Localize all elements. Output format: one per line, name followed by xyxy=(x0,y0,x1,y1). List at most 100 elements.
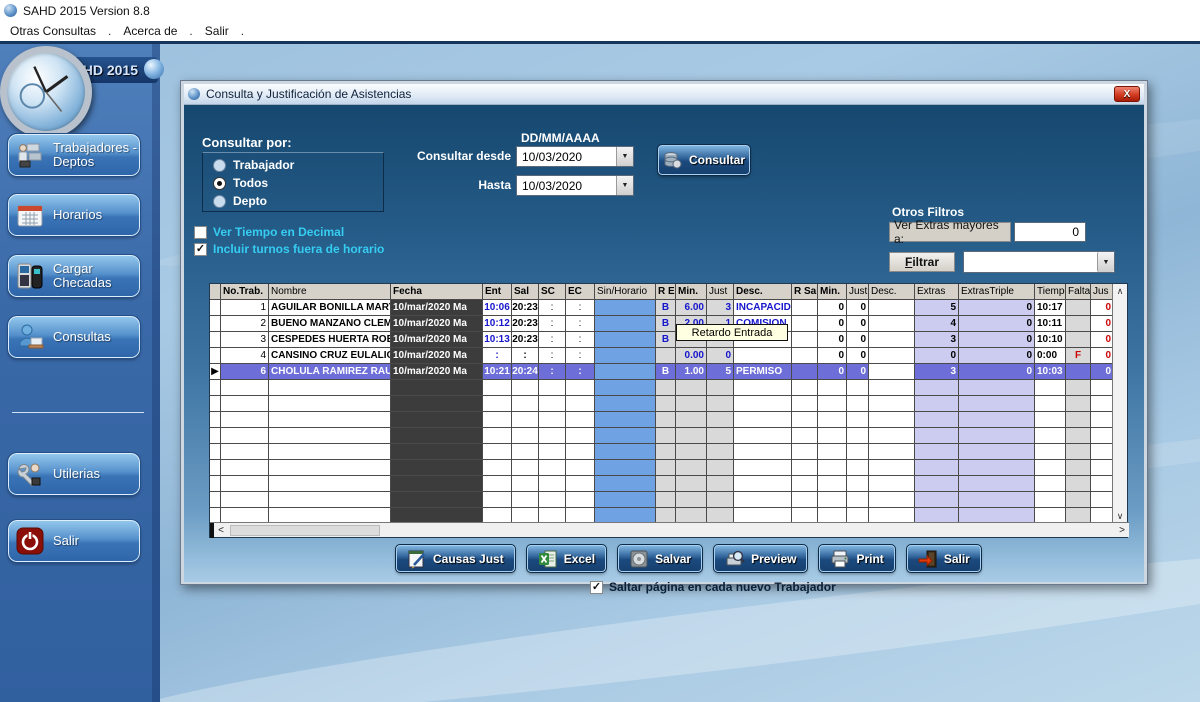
extras-value-input[interactable] xyxy=(1014,222,1086,242)
menu-otras-consultas[interactable]: Otras Consultas xyxy=(0,24,106,38)
grid-header-cell[interactable]: R Ent xyxy=(656,284,676,300)
grid-cell[interactable]: 0 xyxy=(915,348,959,364)
grid-header-cell[interactable]: Nombre xyxy=(269,284,391,300)
print-button[interactable]: Print xyxy=(819,545,894,572)
grid-cell[interactable]: 5 xyxy=(707,364,734,380)
grid-cell[interactable]: : xyxy=(566,316,595,332)
grid-cell[interactable]: : xyxy=(566,364,595,380)
grid-cell[interactable] xyxy=(734,348,792,364)
grid-cell[interactable]: 0 xyxy=(1091,332,1114,348)
grid-cell[interactable]: 0 xyxy=(847,348,869,364)
grid-cell[interactable]: 0 xyxy=(818,300,847,316)
sidebar-item-utilerias[interactable]: Utilerias xyxy=(8,453,140,495)
grid-cell[interactable]: 10:12 xyxy=(483,316,512,332)
grid-cell[interactable]: 20:24 xyxy=(512,364,539,380)
grid-cell[interactable]: INCAPACID xyxy=(734,300,792,316)
checkbox-checked-icon[interactable]: ✓ xyxy=(194,243,207,256)
row-selector[interactable]: ▶ xyxy=(210,364,221,380)
filtrar-button[interactable]: Filtrar xyxy=(889,252,955,272)
chevron-down-icon[interactable]: ▼ xyxy=(616,176,633,195)
preview-button[interactable]: Preview xyxy=(714,545,807,572)
grid-cell[interactable] xyxy=(869,348,915,364)
grid-cell[interactable] xyxy=(792,348,818,364)
grid-header-cell[interactable]: Fecha xyxy=(391,284,483,300)
grid-cell[interactable]: 0 xyxy=(959,364,1035,380)
radio-todos[interactable]: Todos xyxy=(203,174,383,192)
grid-cell[interactable]: B xyxy=(656,316,676,332)
grid-cell[interactable]: 10:06 xyxy=(483,300,512,316)
grid-header-cell[interactable]: EC xyxy=(566,284,595,300)
grid-header-cell[interactable]: No.Trab. xyxy=(221,284,269,300)
grid-header-cell[interactable]: ExtrasTriple xyxy=(959,284,1035,300)
scroll-right-icon[interactable]: > xyxy=(1115,525,1129,536)
grid-cell[interactable]: 0.00 xyxy=(676,348,707,364)
radio-depto[interactable]: Depto xyxy=(203,192,383,210)
close-icon[interactable]: X xyxy=(1114,86,1140,102)
grid-cell[interactable]: AGUILAR BONILLA MARY xyxy=(269,300,391,316)
grid-cell[interactable]: : xyxy=(512,348,539,364)
grid-cell[interactable]: 20:23 xyxy=(512,300,539,316)
incluir-turnos-checkbox[interactable]: ✓ Incluir turnos fuera de horario xyxy=(194,242,384,256)
radio-icon[interactable] xyxy=(213,159,226,172)
menu-salir[interactable]: Salir xyxy=(195,24,239,38)
grid-cell[interactable]: CANSINO CRUZ EULALIO xyxy=(269,348,391,364)
causas-just-button[interactable]: Causas Just xyxy=(396,545,515,572)
grid-cell[interactable]: 5 xyxy=(915,300,959,316)
grid-cell[interactable]: 0:00 xyxy=(1035,348,1066,364)
grid-cell[interactable] xyxy=(869,316,915,332)
grid-cell[interactable] xyxy=(595,300,656,316)
grid-cell[interactable]: B xyxy=(656,332,676,348)
grid-header-cell[interactable]: Extras xyxy=(915,284,959,300)
grid-header-cell[interactable]: Desc. xyxy=(869,284,915,300)
grid-cell[interactable]: 0 xyxy=(959,316,1035,332)
grid-cell[interactable] xyxy=(792,300,818,316)
grid-header-cell[interactable]: Sal xyxy=(512,284,539,300)
row-selector[interactable] xyxy=(210,300,221,316)
row-selector[interactable] xyxy=(210,332,221,348)
grid-cell[interactable]: 10/mar/2020 Ma xyxy=(391,300,483,316)
grid-cell[interactable]: 2 xyxy=(221,316,269,332)
grid-cell[interactable]: 10:10 xyxy=(1035,332,1066,348)
grid-cell[interactable]: 3 xyxy=(915,332,959,348)
grid-header-cell[interactable]: SC xyxy=(539,284,566,300)
grid-cell[interactable]: : xyxy=(566,348,595,364)
radio-icon[interactable] xyxy=(213,195,226,208)
grid-cell[interactable] xyxy=(595,332,656,348)
grid-cell[interactable]: 10:13 xyxy=(483,332,512,348)
row-selector[interactable] xyxy=(210,348,221,364)
grid-header-cell[interactable]: Sin/Horario xyxy=(595,284,656,300)
grid-cell[interactable]: 20:23 xyxy=(512,332,539,348)
grid-header-cell[interactable]: Desc. xyxy=(734,284,792,300)
grid-cell[interactable]: 10/mar/2020 Ma xyxy=(391,316,483,332)
sidebar-item-salir[interactable]: Salir xyxy=(8,520,140,562)
horizontal-scrollbar[interactable]: < > xyxy=(210,522,1129,537)
grid-cell[interactable]: PERMISO xyxy=(734,364,792,380)
grid-cell[interactable]: : xyxy=(539,332,566,348)
grid-cell[interactable] xyxy=(595,348,656,364)
grid-header-cell[interactable]: R Sal xyxy=(792,284,818,300)
grid-header-cell[interactable]: Jus xyxy=(1091,284,1114,300)
grid-cell[interactable]: 10:17 xyxy=(1035,300,1066,316)
grid-cell[interactable]: 1 xyxy=(221,300,269,316)
fecha-desde-combo[interactable]: 10/03/2020 ▼ xyxy=(516,146,634,167)
grid-cell[interactable]: 0 xyxy=(959,332,1035,348)
salir-dialog-button[interactable]: Salir xyxy=(907,545,981,572)
grid-cell[interactable]: 1.00 xyxy=(676,364,707,380)
scrollbar-thumb[interactable] xyxy=(230,525,380,536)
grid-header-cell[interactable]: Min. xyxy=(676,284,707,300)
grid-cell[interactable]: 6.00 xyxy=(676,300,707,316)
grid-cell[interactable]: : xyxy=(566,300,595,316)
grid-cell[interactable]: 10/mar/2020 Ma xyxy=(391,348,483,364)
grid-cell[interactable]: 0 xyxy=(847,300,869,316)
sidebar-item-consultas[interactable]: Consultas xyxy=(8,316,140,358)
sidebar-item-cargar-checadas[interactable]: Cargar Checadas xyxy=(8,255,140,297)
grid-cell[interactable]: 0 xyxy=(818,332,847,348)
vertical-scrollbar[interactable]: ∧ ∨ xyxy=(1112,284,1127,524)
excel-button[interactable]: Excel xyxy=(527,545,606,572)
grid-header-cell[interactable]: Tiempo xyxy=(1035,284,1066,300)
radio-trabajador[interactable]: Trabajador xyxy=(203,156,383,174)
grid-cell[interactable]: 0 xyxy=(959,300,1035,316)
grid-cell[interactable]: 0 xyxy=(818,316,847,332)
grid-header-cell[interactable]: Falta xyxy=(1066,284,1091,300)
grid-cell[interactable] xyxy=(869,364,915,380)
